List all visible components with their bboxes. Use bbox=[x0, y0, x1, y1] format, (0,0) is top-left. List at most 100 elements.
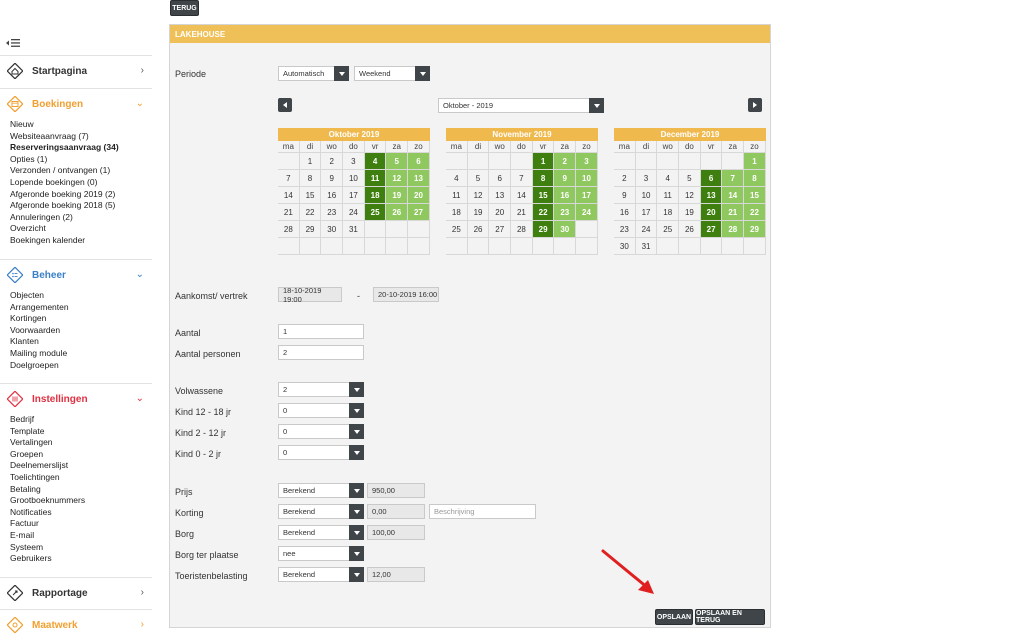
volwassene-select[interactable]: 2 bbox=[278, 382, 364, 397]
calendar-day[interactable]: 15 bbox=[299, 187, 322, 204]
sidebar-header-beheer[interactable]: Beheer ⌄ bbox=[0, 260, 152, 290]
calendar-day[interactable]: 28 bbox=[278, 221, 300, 238]
calendar-day[interactable]: 20 bbox=[408, 187, 430, 204]
sidebar-item[interactable]: Afgeronde boeking 2018 (5) bbox=[10, 200, 152, 212]
sidebar-item[interactable]: Verzonden / ontvangen (1) bbox=[10, 165, 152, 177]
calendar-day[interactable]: 8 bbox=[299, 170, 322, 187]
periode-type-select[interactable]: Weekend bbox=[354, 66, 430, 81]
calendar-day[interactable]: 2 bbox=[554, 153, 577, 170]
borg-plaatse-select[interactable]: nee bbox=[278, 546, 364, 561]
sidebar-item[interactable]: Systeem bbox=[10, 542, 152, 554]
sidebar-item[interactable]: Lopende boekingen (0) bbox=[10, 177, 152, 189]
aantal-field[interactable]: 1 bbox=[278, 324, 364, 339]
calendar-day[interactable]: 14 bbox=[722, 187, 745, 204]
calendar-day[interactable]: 7 bbox=[511, 170, 533, 187]
aankomst-field[interactable]: 18-10-2019 19:00 bbox=[278, 286, 342, 304]
sidebar-item[interactable]: Objecten bbox=[10, 290, 152, 302]
calendar-day[interactable]: 4 bbox=[364, 153, 387, 170]
save-and-back-button[interactable]: OPSLAAN EN TERUG bbox=[695, 609, 765, 625]
calendar-day[interactable]: 2 bbox=[614, 170, 636, 187]
calendar-day[interactable]: 3 bbox=[635, 170, 658, 187]
calendar-day[interactable]: 25 bbox=[657, 221, 680, 238]
calendar-day[interactable]: 11 bbox=[364, 170, 387, 187]
calendar-day[interactable]: 1 bbox=[744, 153, 766, 170]
calendar-day[interactable]: 29 bbox=[744, 221, 766, 238]
calendar-day[interactable]: 1 bbox=[299, 153, 322, 170]
calendar-day[interactable]: 20 bbox=[489, 204, 512, 221]
calendar-day[interactable]: 31 bbox=[635, 238, 658, 255]
calendar-day[interactable]: 21 bbox=[722, 204, 745, 221]
calendar-day[interactable]: 27 bbox=[408, 204, 430, 221]
sidebar-item[interactable]: Factuur bbox=[10, 518, 152, 530]
kind2-select[interactable]: 0 bbox=[278, 424, 364, 439]
calendar-day[interactable]: 29 bbox=[532, 221, 555, 238]
calendar-day[interactable]: 4 bbox=[657, 170, 680, 187]
calendar-day[interactable]: 21 bbox=[511, 204, 533, 221]
sidebar-item[interactable]: Grootboeknummers bbox=[10, 495, 152, 507]
prijs-mode-select[interactable]: Berekend bbox=[278, 483, 364, 498]
calendar-day[interactable]: 23 bbox=[321, 204, 344, 221]
calendar-day[interactable]: 2 bbox=[321, 153, 344, 170]
calendar-day[interactable]: 10 bbox=[343, 170, 365, 187]
sidebar-item[interactable]: Deelnemerslijst bbox=[10, 460, 152, 472]
calendar-day[interactable]: 15 bbox=[532, 187, 555, 204]
sidebar-item[interactable]: Reserveringsaanvraag (34) bbox=[10, 142, 152, 154]
calendar-day[interactable]: 22 bbox=[532, 204, 555, 221]
save-button[interactable]: OPSLAAN bbox=[655, 609, 693, 625]
sidebar-item[interactable]: Boekingen kalender bbox=[10, 235, 152, 247]
calendar-day[interactable]: 6 bbox=[700, 170, 723, 187]
calendar-day[interactable]: 30 bbox=[321, 221, 344, 238]
next-month-button[interactable] bbox=[748, 98, 762, 112]
calendar-day[interactable]: 12 bbox=[467, 187, 490, 204]
calendar-day[interactable]: 14 bbox=[511, 187, 533, 204]
calendar-day[interactable]: 1 bbox=[532, 153, 555, 170]
calendar-day[interactable]: 29 bbox=[299, 221, 322, 238]
sidebar-item[interactable]: Nieuw bbox=[10, 119, 152, 131]
calendar-day[interactable]: 25 bbox=[446, 221, 468, 238]
sidebar-item[interactable]: Klanten bbox=[10, 336, 152, 348]
sidebar-item[interactable]: Opties (1) bbox=[10, 154, 152, 166]
calendar-day[interactable]: 22 bbox=[744, 204, 766, 221]
calendar-day[interactable]: 30 bbox=[554, 221, 577, 238]
aantal-personen-field[interactable]: 2 bbox=[278, 345, 364, 360]
calendar-day[interactable]: 16 bbox=[614, 204, 636, 221]
sidebar-item[interactable]: Betaling bbox=[10, 484, 152, 496]
sidebar-header-boekingen[interactable]: Boekingen ⌄ bbox=[0, 89, 152, 119]
calendar-day[interactable]: 30 bbox=[614, 238, 636, 255]
sidebar-item[interactable]: Arrangementen bbox=[10, 302, 152, 314]
calendar-day[interactable]: 5 bbox=[679, 170, 701, 187]
calendar-day[interactable]: 27 bbox=[489, 221, 512, 238]
calendar-day[interactable]: 9 bbox=[321, 170, 344, 187]
toeristen-value-field[interactable]: 12,00 bbox=[367, 567, 425, 582]
calendar-day[interactable]: 8 bbox=[744, 170, 766, 187]
sidebar-item[interactable]: Kortingen bbox=[10, 313, 152, 325]
calendar-day[interactable]: 24 bbox=[343, 204, 365, 221]
calendar-day[interactable]: 19 bbox=[386, 187, 409, 204]
sidebar-item[interactable]: Gebruikers bbox=[10, 553, 152, 565]
kind12-select[interactable]: 0 bbox=[278, 403, 364, 418]
korting-description-input[interactable]: Beschrijving bbox=[429, 504, 536, 519]
sidebar-item[interactable]: Toelichtingen bbox=[10, 472, 152, 484]
calendar-day[interactable]: 31 bbox=[343, 221, 365, 238]
borg-value-field[interactable]: 100,00 bbox=[367, 525, 425, 540]
calendar-day[interactable]: 17 bbox=[576, 187, 598, 204]
menu-indent-icon[interactable] bbox=[6, 38, 20, 48]
calendar-day[interactable]: 22 bbox=[299, 204, 322, 221]
sidebar-header-instellingen[interactable]: Instellingen ⌄ bbox=[0, 384, 152, 414]
calendar-day[interactable]: 13 bbox=[700, 187, 723, 204]
sidebar-toggle[interactable] bbox=[6, 38, 20, 51]
sidebar-item[interactable]: Notificaties bbox=[10, 507, 152, 519]
calendar-day[interactable]: 5 bbox=[386, 153, 409, 170]
sidebar-item[interactable]: Annuleringen (2) bbox=[10, 212, 152, 224]
borg-mode-select[interactable]: Berekend bbox=[278, 525, 364, 540]
sidebar-header-rapportage[interactable]: Rapportage › bbox=[0, 578, 152, 608]
calendar-day[interactable]: 26 bbox=[386, 204, 409, 221]
calendar-day[interactable]: 6 bbox=[489, 170, 512, 187]
korting-value-field[interactable]: 0,00 bbox=[367, 504, 425, 519]
calendar-day[interactable]: 7 bbox=[722, 170, 745, 187]
prev-month-button[interactable] bbox=[278, 98, 292, 112]
sidebar-item[interactable]: Websiteaanvraag (7) bbox=[10, 131, 152, 143]
calendar-day[interactable]: 13 bbox=[408, 170, 430, 187]
sidebar-item[interactable]: E-mail bbox=[10, 530, 152, 542]
calendar-day[interactable]: 3 bbox=[576, 153, 598, 170]
